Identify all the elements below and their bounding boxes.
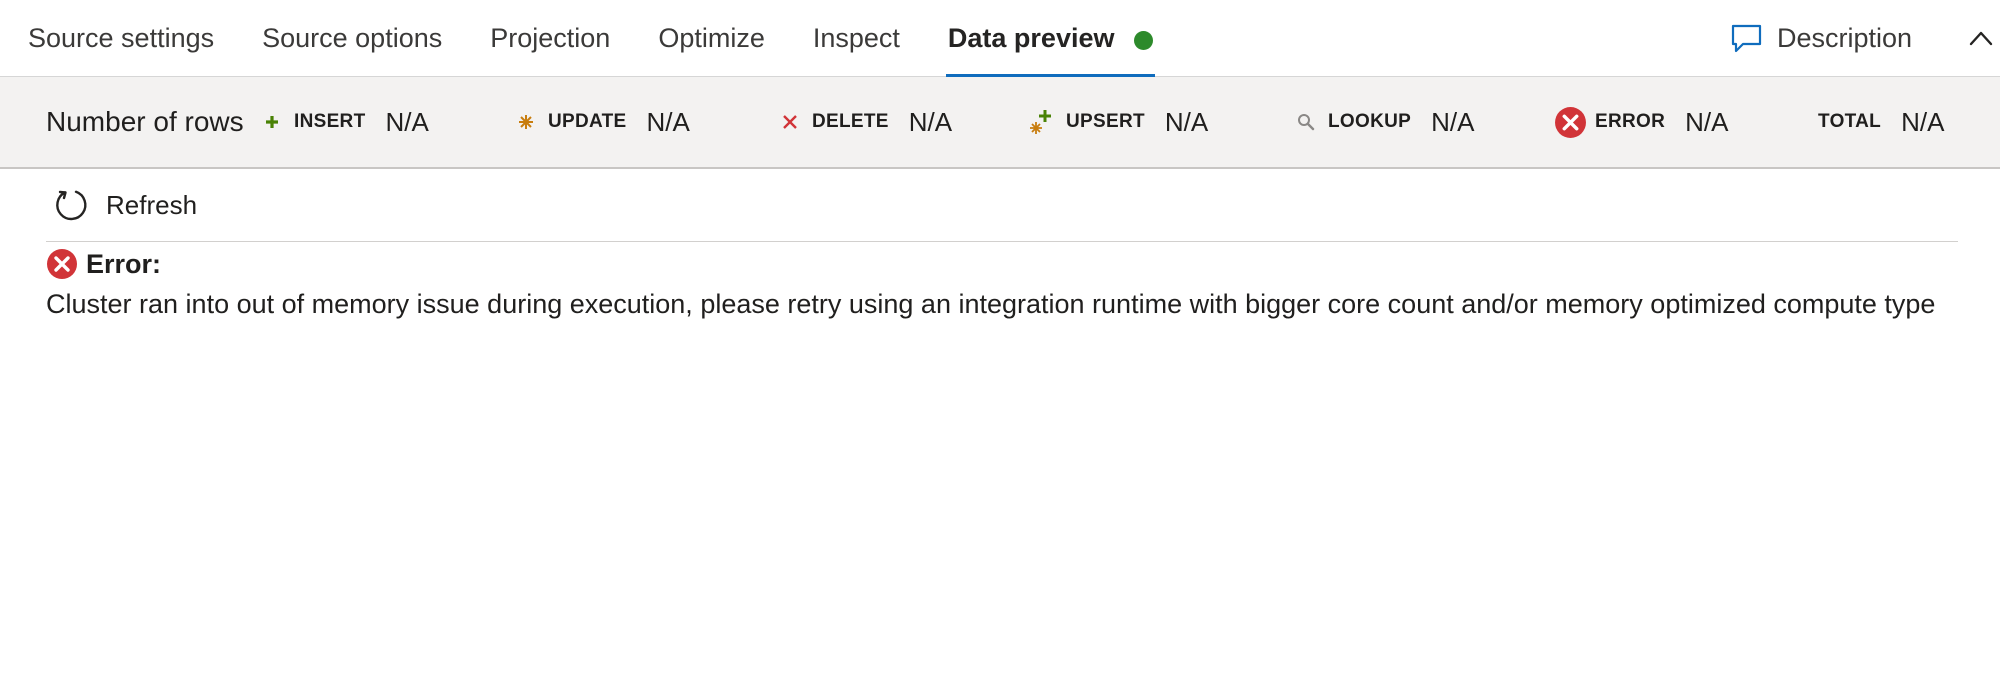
- tab-label: Data preview: [947, 23, 1115, 53]
- tab-source-options[interactable]: Source options: [260, 0, 444, 77]
- divider: [46, 241, 1958, 242]
- tab-label: Projection: [490, 23, 611, 53]
- stat-label: INSERT: [294, 111, 366, 132]
- search-icon: [1296, 112, 1316, 132]
- stat-value: N/A: [908, 106, 953, 137]
- stat-upsert: UPSERT N/A: [1030, 77, 1208, 167]
- tab-label: Source options: [262, 23, 443, 53]
- stat-value: N/A: [1431, 106, 1475, 137]
- tab-label: Inspect: [812, 23, 900, 53]
- tab-list: Source settings Source options Projectio…: [26, 0, 1199, 78]
- tab-projection[interactable]: Projection: [488, 0, 612, 77]
- data-preview-panel: Source settings Source options Projectio…: [0, 0, 2000, 682]
- refresh-icon: [56, 190, 87, 221]
- stat-update: UPDATE N/A: [516, 77, 690, 167]
- error-header: Error:: [46, 248, 161, 280]
- tab-inspect[interactable]: Inspect: [811, 0, 902, 77]
- stat-insert: INSERT N/A: [262, 77, 429, 167]
- stat-label: UPSERT: [1066, 111, 1145, 132]
- stat-label: ERROR: [1595, 111, 1666, 132]
- stat-total: TOTAL N/A: [1818, 77, 1944, 167]
- row-stats-bar: Number of rows INSERT N/A UPDATE N/A DEL…: [0, 77, 2000, 169]
- x-icon: [780, 112, 800, 132]
- comment-icon: [1731, 24, 1762, 53]
- description-button[interactable]: Description: [1730, 0, 1912, 77]
- plus-icon: [262, 112, 282, 132]
- stat-label: DELETE: [812, 111, 889, 132]
- chevron-up-icon[interactable]: [1968, 28, 1994, 48]
- stat-label: TOTAL: [1818, 111, 1882, 132]
- tab-data-preview[interactable]: Data preview: [945, 0, 1156, 78]
- upsert-icon: [1030, 108, 1054, 136]
- stat-value: N/A: [646, 106, 690, 137]
- refresh-button[interactable]: Refresh: [54, 186, 197, 224]
- tab-source-settings[interactable]: Source settings: [26, 0, 216, 77]
- error-circle-icon: [47, 249, 77, 279]
- stat-error: ERROR N/A: [1554, 77, 1728, 167]
- error-title: Error:: [86, 248, 162, 279]
- tab-label: Source settings: [28, 23, 215, 53]
- rows-label: Number of rows: [46, 106, 244, 137]
- refresh-label: Refresh: [106, 189, 198, 220]
- tab-label: Optimize: [658, 23, 765, 53]
- tab-bar: Source settings Source options Projectio…: [0, 0, 2000, 78]
- stat-lookup: LOOKUP N/A: [1296, 77, 1474, 167]
- tab-optimize[interactable]: Optimize: [656, 0, 767, 77]
- stat-label: UPDATE: [548, 111, 627, 132]
- stat-value: N/A: [1901, 106, 1945, 137]
- stat-value: N/A: [1685, 106, 1729, 137]
- stat-delete: DELETE N/A: [780, 77, 952, 167]
- description-label: Description: [1777, 23, 1913, 53]
- stat-label: LOOKUP: [1328, 111, 1412, 132]
- stat-value: N/A: [385, 106, 429, 137]
- stat-value: N/A: [1164, 106, 1209, 137]
- status-indicator-dot: [1134, 31, 1154, 50]
- error-message: Cluster ran into out of memory issue dur…: [46, 289, 1936, 319]
- error-circle-icon: [1554, 106, 1587, 139]
- asterisk-icon: [516, 112, 536, 132]
